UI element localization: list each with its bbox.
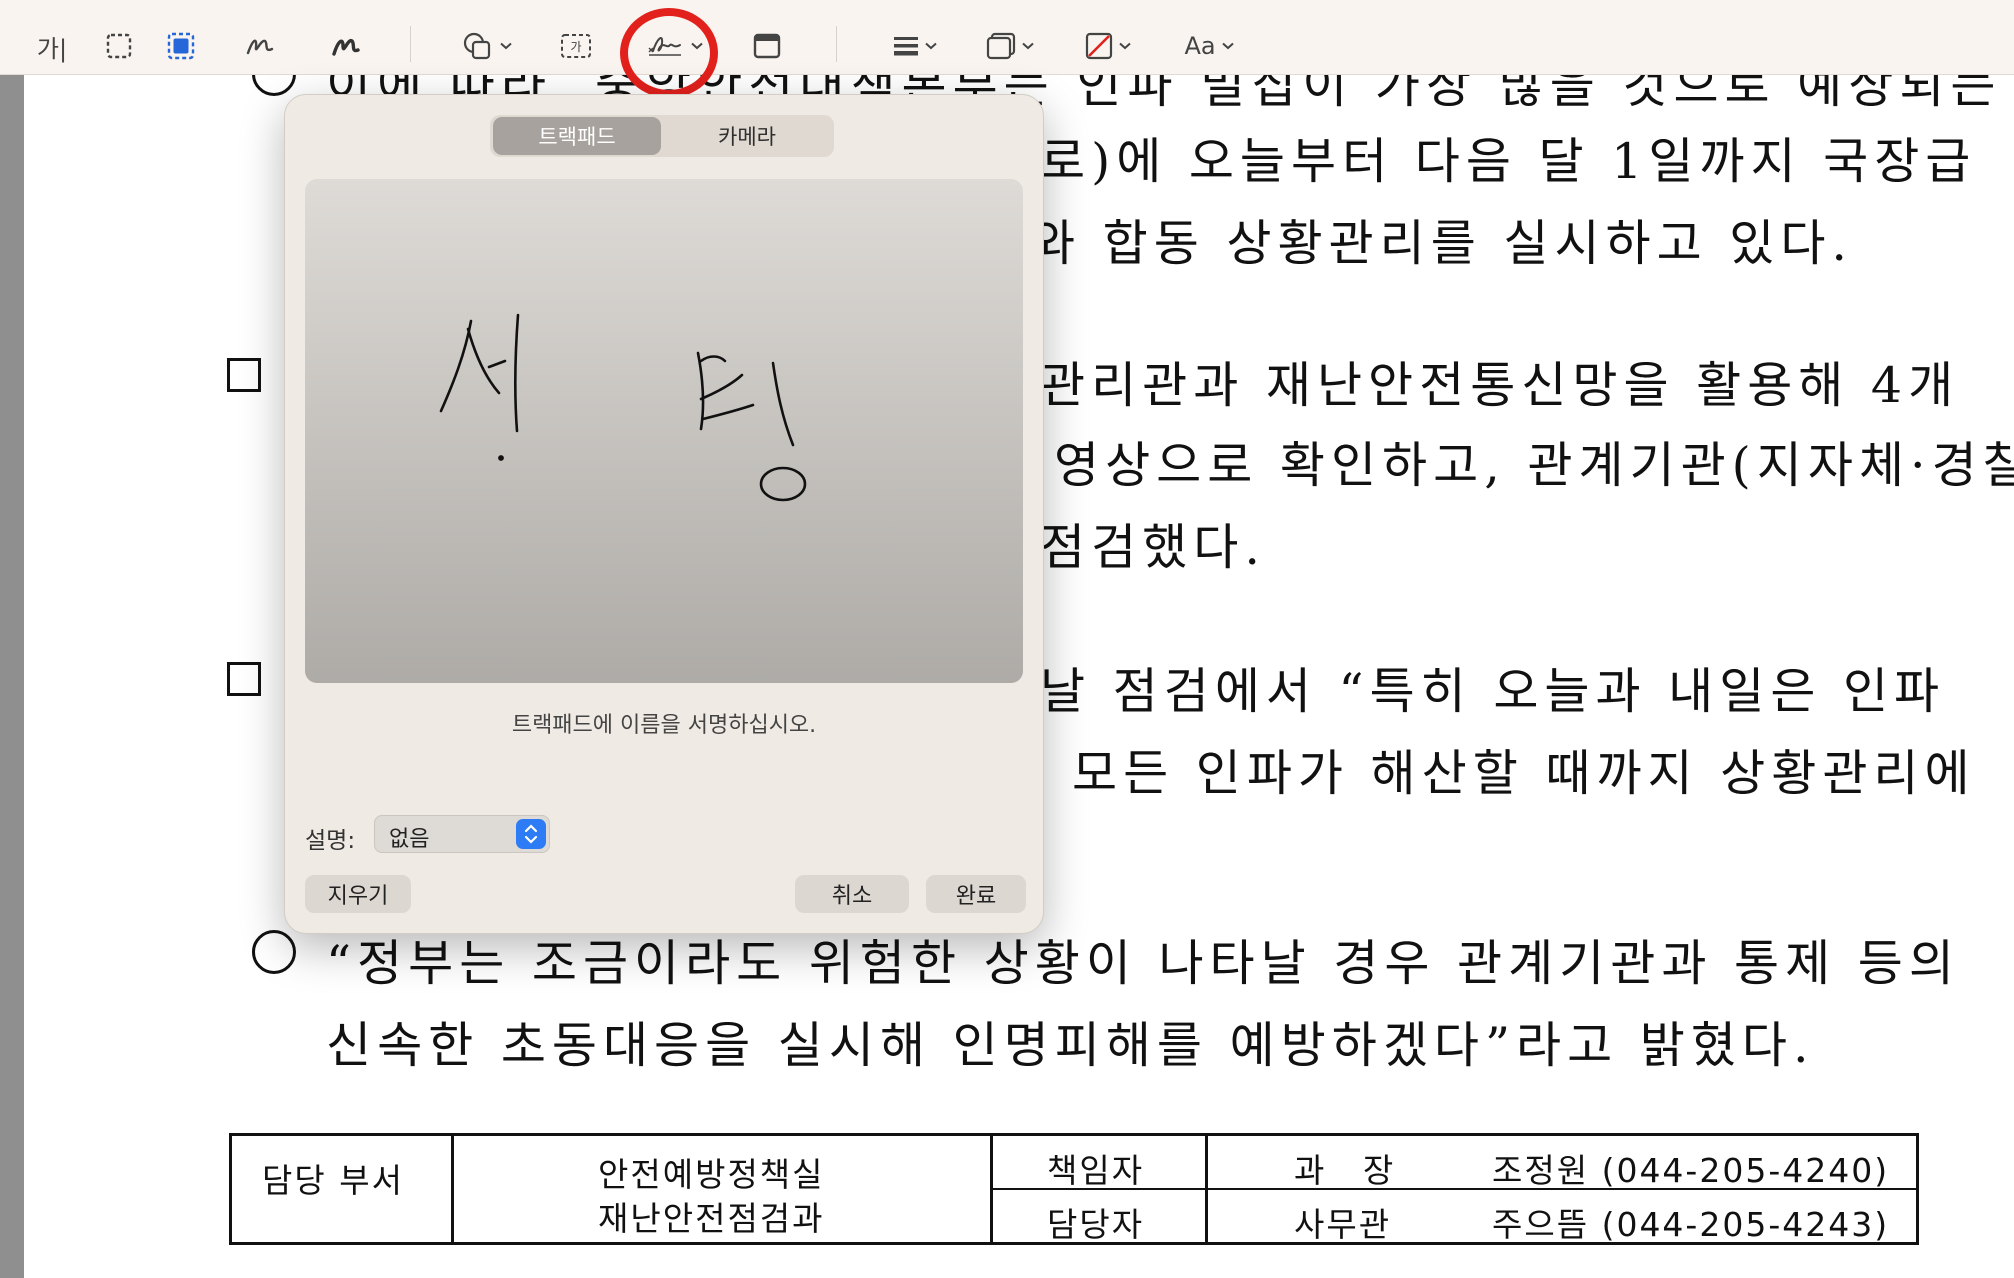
description-label: 설명: — [305, 828, 356, 854]
doc-line: 관리관과 재난안전통신망을 활용해 4개 — [1040, 357, 1960, 414]
note-tool[interactable] — [752, 24, 782, 68]
contact-info: 조정원 (044-205-4240) — [1492, 1151, 1890, 1190]
shapes-tool[interactable] — [458, 24, 516, 68]
text-style-tool[interactable]: Aa — [1180, 24, 1238, 68]
contact-info: 주으뜸 (044-205-4243) — [1492, 1205, 1890, 1244]
bullet-square — [227, 662, 261, 696]
smart-select-tool[interactable] — [164, 24, 198, 68]
chevron-down-icon — [925, 42, 937, 50]
done-button[interactable]: 완료 — [926, 875, 1026, 913]
chevron-down-icon — [500, 42, 512, 50]
doc-line: 와 합동 상황관리를 실시하고 있다. — [1030, 215, 1853, 272]
toolbar-separator — [836, 26, 837, 62]
textbox-tool[interactable]: 가 — [558, 24, 594, 68]
title-label: 사무관 — [1294, 1205, 1392, 1244]
doc-line: 모든 인파가 해산할 때까지 상황관리에 — [1072, 745, 1976, 802]
rect-select-tool[interactable] — [102, 24, 136, 68]
chevron-down-icon — [1119, 42, 1131, 50]
signature-dialog: 트랙패드 카메라 트랙패드에 이름을 서명하십시오. 설명: 없음 지우기 취소… — [284, 94, 1044, 934]
dept-name: 안전예방정책실 — [598, 1155, 825, 1194]
selection-fill-icon — [167, 32, 195, 60]
line-style-tool[interactable] — [888, 24, 942, 68]
note-icon — [753, 33, 781, 59]
draw-tool[interactable] — [328, 24, 364, 68]
title-label: 과 장 — [1294, 1151, 1408, 1190]
cancel-button[interactable]: 취소 — [795, 875, 909, 913]
textbox-icon: 가 — [561, 34, 591, 58]
signature-stroke — [439, 313, 807, 502]
tab-trackpad[interactable]: 트랙패드 — [493, 117, 661, 155]
text-select-tool[interactable]: 가| — [32, 24, 72, 68]
doc-line: “정부는 조금이라도 위험한 상황이 나타날 경우 관계기관과 통제 등의 — [326, 935, 1960, 992]
doc-line: 신속한 초동대응을 실시해 인명피해를 예방하겠다”라고 밝혔다. — [326, 1017, 1815, 1074]
border-color-icon — [986, 32, 1016, 60]
doc-line: 점검했다. — [1040, 519, 1266, 576]
source-segmented-control: 트랙패드 카메라 — [490, 115, 834, 157]
shapes-icon — [463, 32, 491, 60]
draw-icon — [332, 39, 360, 56]
role-label: 책임자 — [1047, 1151, 1145, 1190]
chevron-down-icon — [1022, 42, 1034, 50]
sketch-tool[interactable] — [242, 24, 278, 68]
markup-toolbar: 가| 가 Aa — [0, 0, 2014, 75]
table-divider — [451, 1136, 454, 1242]
bullet-square — [227, 358, 261, 392]
doc-line: 날 점검에서 “특히 오늘과 내일은 인파 — [1040, 663, 1946, 720]
clear-button[interactable]: 지우기 — [305, 875, 411, 913]
role-label: 담당자 — [1047, 1205, 1145, 1244]
signature-pad[interactable] — [305, 179, 1023, 683]
bullet-circle — [252, 930, 296, 974]
tab-camera[interactable]: 카메라 — [663, 117, 831, 155]
contact-table: 담당 부서 안전예방정책실 재난안전점검과 책임자 담당자 과 장 사무관 조정… — [229, 1133, 1919, 1245]
dept-label: 담당 부서 — [262, 1161, 404, 1200]
highlight-circle — [620, 8, 718, 98]
doc-line: 영상으로 확인하고, 관계기관(지자체·경찰· — [1054, 437, 2014, 494]
trackpad-hint: 트랙패드에 이름을 서명하십시오. — [511, 713, 817, 738]
fill-color-icon — [1085, 32, 1113, 60]
dept-name: 재난안전점검과 — [598, 1199, 825, 1238]
text-cursor-icon: 가| — [36, 34, 68, 63]
left-sidebar-strip — [0, 0, 24, 1278]
border-color-tool[interactable] — [980, 24, 1040, 68]
sketch-icon — [246, 39, 274, 55]
svg-text:가: 가 — [570, 40, 581, 54]
doc-line: 로)에 오늘부터 다음 달 1일까지 국장급 — [1040, 133, 1977, 190]
text-style-icon: Aa — [1184, 32, 1216, 60]
fill-color-tool[interactable] — [1078, 24, 1138, 68]
up-down-chevron-icon — [516, 819, 546, 849]
dashed-rect-icon — [106, 33, 132, 59]
chevron-down-icon — [1221, 42, 1234, 50]
description-value: 없음 — [389, 827, 430, 852]
description-select[interactable]: 없음 — [374, 815, 550, 853]
toolbar-separator — [410, 26, 411, 62]
line-style-icon — [894, 37, 918, 56]
